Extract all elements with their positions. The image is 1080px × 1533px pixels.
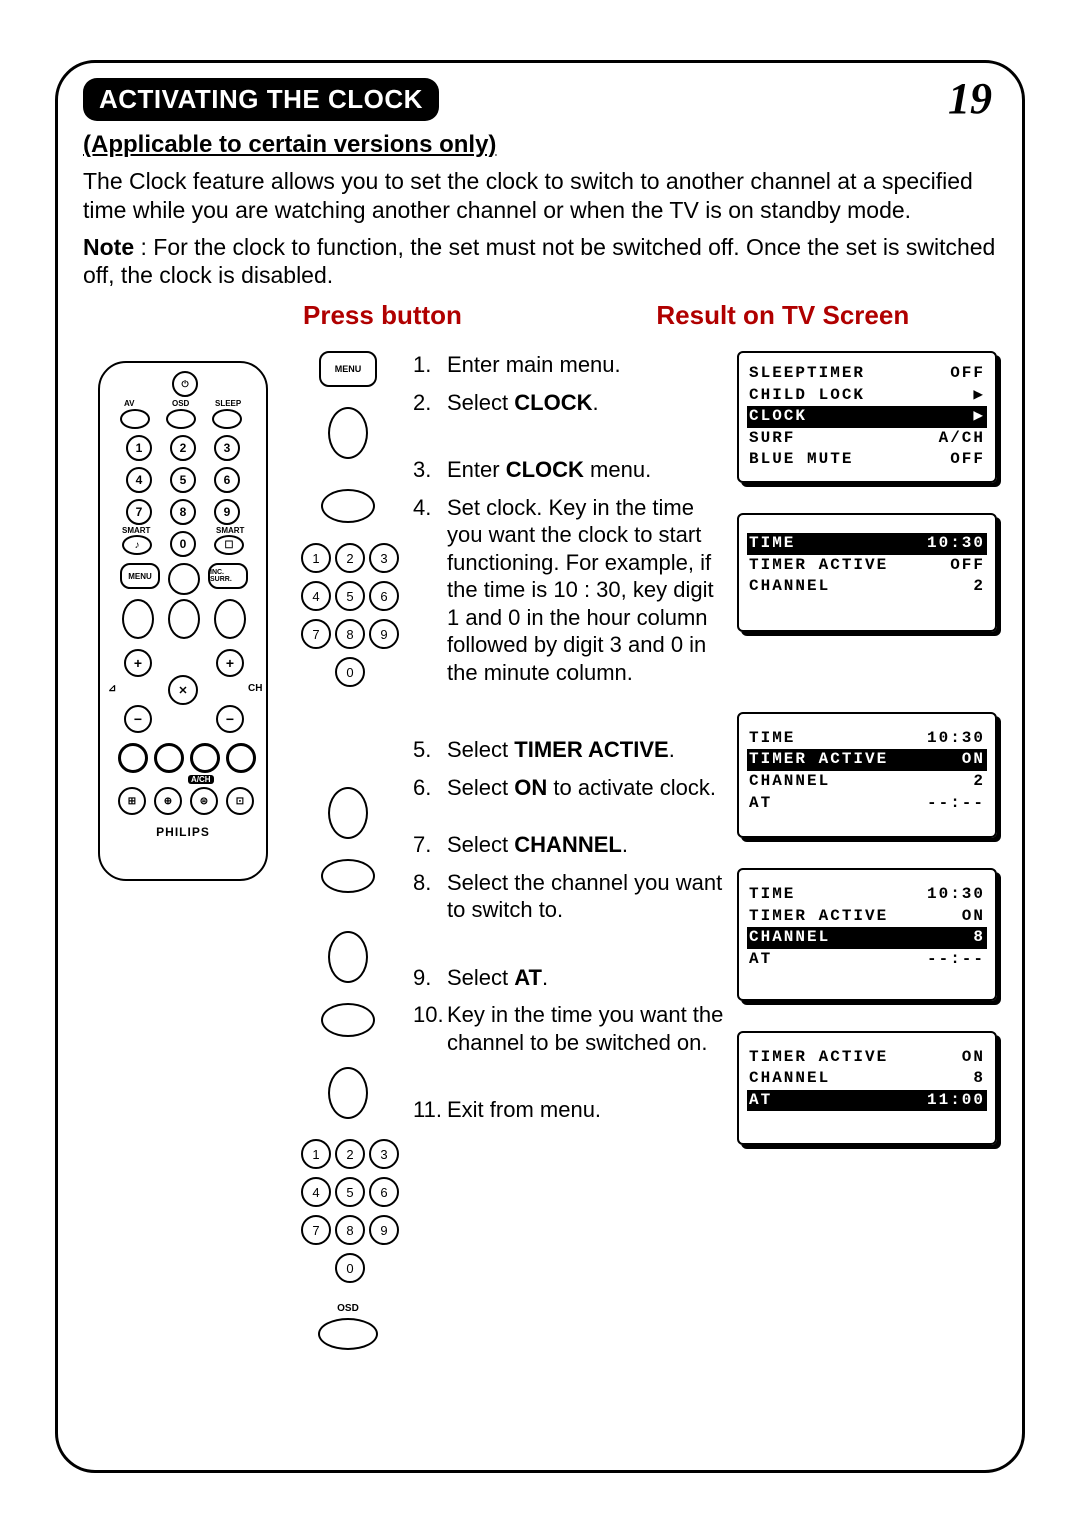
color-btn-c <box>190 743 220 773</box>
intro-note: Note : For the clock to function, the se… <box>83 233 997 291</box>
step-num: 6. <box>413 774 447 802</box>
step-text: Enter main menu. <box>447 351 727 379</box>
digit-5: 5 <box>170 467 196 493</box>
press-nav-up-icon-3 <box>328 931 368 983</box>
step-num: 8. <box>413 869 447 924</box>
menu-button: MENU <box>120 563 160 589</box>
tv-screen-1: SLEEPTIMEROFFCHILD LOCK▶CLOCK▶SURFA/CHBL… <box>737 351 997 483</box>
press-osd-icon <box>318 1318 378 1350</box>
digit-9: 9 <box>214 499 240 525</box>
ch-up-button: + <box>216 649 244 677</box>
intro-paragraph: The Clock feature allows you to set the … <box>83 167 997 225</box>
remote-control: ⏻ AV OSD SLEEP 1 2 3 4 5 6 7 8 <box>98 361 268 881</box>
vol-down-button: − <box>124 705 152 733</box>
step-text: Select CLOCK. <box>447 389 727 417</box>
step-num: 1. <box>413 351 447 379</box>
step-text: Select CHANNEL. <box>447 831 727 859</box>
ch-label: CH <box>248 683 262 694</box>
av-button <box>120 409 150 429</box>
color-btn-d <box>226 743 256 773</box>
nav-down-button <box>168 599 200 639</box>
tv-screen-3: TIME10:30TIMER ACTIVEONCHANNEL2AT--:-- <box>737 712 997 838</box>
tv-screen-5: TIMER ACTIVEONCHANNEL8AT11:00 <box>737 1031 997 1146</box>
step-num: 10. <box>413 1001 447 1056</box>
step-text: Exit from menu. <box>447 1096 727 1124</box>
nav-right-button <box>214 599 246 639</box>
step-text: Set clock. Key in the time you want the … <box>447 494 727 687</box>
osd-button <box>166 409 196 429</box>
press-osd-label: OSD <box>283 1303 413 1314</box>
step-num: 2. <box>413 389 447 417</box>
color-btn-b <box>154 743 184 773</box>
digit-0: 0 <box>170 531 196 557</box>
step-num: 7. <box>413 831 447 859</box>
inc-surr-button: INC. SURR. <box>208 563 248 589</box>
remote-illustration-column: ⏻ AV OSD SLEEP 1 2 3 4 5 6 7 8 <box>83 351 283 1370</box>
step-text: Select the channel you want to switch to… <box>447 869 727 924</box>
press-menu-icon: MENU <box>319 351 377 387</box>
osd-label: OSD <box>172 399 189 408</box>
sleep-button <box>212 409 242 429</box>
press-keypad-icon: 123 456 789 0 <box>283 543 413 687</box>
digit-2: 2 <box>170 435 196 461</box>
digit-3: 3 <box>214 435 240 461</box>
digit-6: 6 <box>214 467 240 493</box>
nav-left-button <box>122 599 154 639</box>
vol-label: ⊿ <box>108 683 116 694</box>
bottom-btn-3: ⊜ <box>190 787 218 815</box>
press-nav-right-icon-2 <box>321 859 375 893</box>
page-number: 19 <box>948 73 992 124</box>
bottom-btn-2: ⊕ <box>154 787 182 815</box>
note-label: Note <box>83 234 134 260</box>
mute-button: ✕ <box>168 675 198 705</box>
vol-up-button: + <box>124 649 152 677</box>
press-nav-right-icon-3 <box>321 1003 375 1037</box>
press-nav-up-icon-2 <box>328 787 368 839</box>
sleep-label: SLEEP <box>215 399 241 408</box>
column-header-result: Result on TV Screen <box>656 300 909 331</box>
press-nav-right-icon <box>321 489 375 523</box>
press-keypad-icon-2: 123 456 789 0 <box>283 1139 413 1283</box>
step-num: 11. <box>413 1096 447 1124</box>
section-title: ACTIVATING THE CLOCK <box>83 78 439 121</box>
step-text: Select ON to activate clock. <box>447 774 727 802</box>
step-text: Select TIMER ACTIVE. <box>447 736 727 764</box>
smart-picture-button: ☐ <box>214 535 244 555</box>
brand-label: PHILIPS <box>100 825 266 839</box>
av-label: AV <box>124 399 135 408</box>
ch-down-button: − <box>216 705 244 733</box>
step-num: 3. <box>413 456 447 484</box>
press-button-column: MENU 123 456 789 0 <box>283 351 413 1370</box>
digit-8: 8 <box>170 499 196 525</box>
step-text: Select AT. <box>447 964 727 992</box>
bottom-btn-4: ⊡ <box>226 787 254 815</box>
column-header-press: Press button <box>303 300 462 331</box>
step-num: 9. <box>413 964 447 992</box>
smart-sound-button: ♪ <box>122 535 152 555</box>
digit-1: 1 <box>126 435 152 461</box>
tv-screen-2: TIME10:30TIMER ACTIVEOFFCHANNEL2 <box>737 513 997 632</box>
step-text: Enter CLOCK menu. <box>447 456 727 484</box>
steps-column: 1.Enter main menu. 2.Select CLOCK. 3.Ent… <box>413 351 737 1370</box>
press-nav-up-icon-4 <box>328 1067 368 1119</box>
digit-7: 7 <box>126 499 152 525</box>
step-num: 5. <box>413 736 447 764</box>
color-btn-a <box>118 743 148 773</box>
nav-up-button <box>168 563 200 595</box>
press-nav-up-icon <box>328 407 368 459</box>
digit-4: 4 <box>126 467 152 493</box>
smart-left-label: SMART <box>122 526 150 535</box>
bottom-btn-1: ⊞ <box>118 787 146 815</box>
result-column: SLEEPTIMEROFFCHILD LOCK▶CLOCK▶SURFA/CHBL… <box>737 351 997 1370</box>
subtitle: (Applicable to certain versions only) <box>83 131 997 159</box>
step-text: Key in the time you want the channel to … <box>447 1001 727 1056</box>
step-num: 4. <box>413 494 447 687</box>
tv-screen-4: TIME10:30TIMER ACTIVEONCHANNEL8AT--:-- <box>737 868 997 1000</box>
note-text: : For the clock to function, the set mus… <box>83 234 995 289</box>
smart-right-label: SMART <box>216 526 244 535</box>
ach-label: A/CH <box>188 775 214 784</box>
power-icon: ⏻ <box>172 371 198 397</box>
